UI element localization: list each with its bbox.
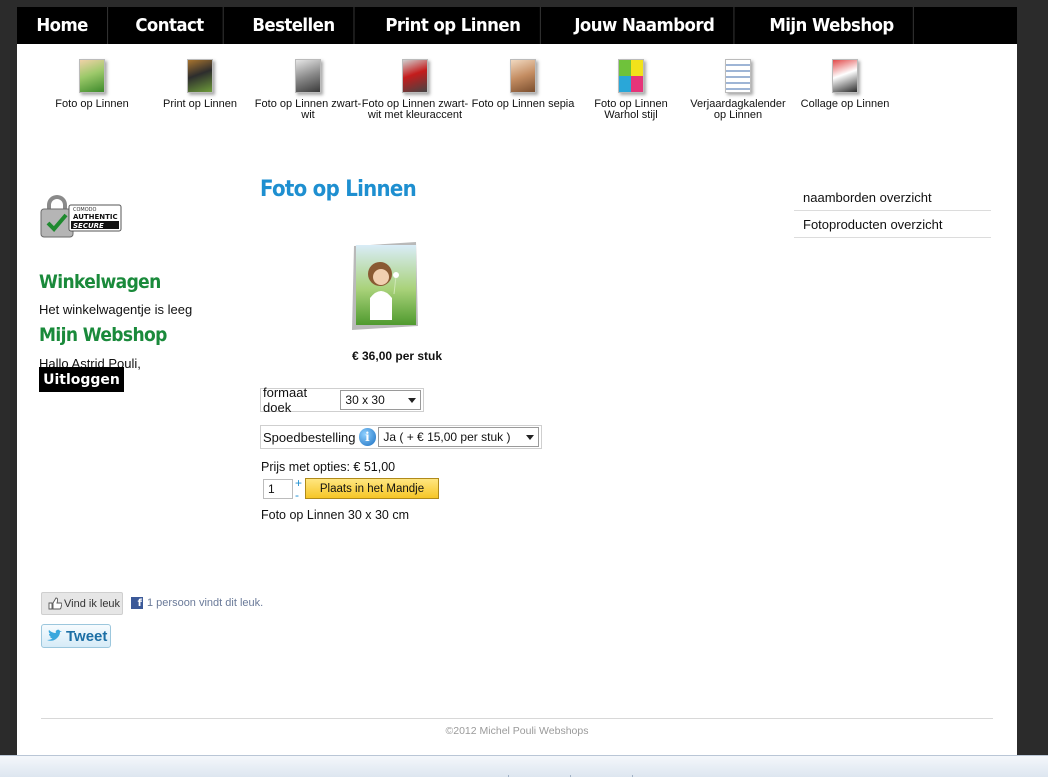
bw-canvas-icon <box>295 59 321 93</box>
nav-print-op-linnen[interactable]: Print op Linnen <box>366 7 541 44</box>
link-naamborden-overzicht[interactable]: naamborden overzicht <box>794 184 991 211</box>
category-label: Foto op Linnen sepia <box>471 98 575 110</box>
like-count: 1 persoon vindt dit leuk. <box>147 597 264 609</box>
price-with-options: Prijs met opties: € 51,00 <box>261 460 396 474</box>
badge-line2-text: SECURE <box>73 222 104 230</box>
cart-heading: Winkelwagen <box>39 271 161 293</box>
format-select[interactable]: 30 x 30 <box>340 390 421 410</box>
collage-canvas-icon <box>832 59 858 93</box>
facebook-icon: f <box>131 597 143 609</box>
product-category-nav: Foto op Linnen Print op Linnen Foto op L… <box>17 59 1017 149</box>
product-photo <box>352 242 418 330</box>
format-label: formaat doek <box>263 385 308 415</box>
category-collage[interactable]: Collage op Linnen <box>790 59 900 110</box>
category-sepia[interactable]: Foto op Linnen sepia <box>468 59 578 110</box>
chevron-down-icon <box>526 434 534 440</box>
cart-status: Het winkelwagentje is leeg <box>39 302 193 317</box>
category-label: Foto op Linnen Warhol stijl <box>594 98 668 121</box>
tweet-button[interactable]: Tweet <box>41 624 111 648</box>
thumbs-up-icon <box>48 597 62 610</box>
product-description: Foto op Linnen 30 x 30 cm <box>261 508 410 522</box>
category-kleuraccent[interactable]: Foto op Linnen zwart-wit met kleuraccent <box>360 59 470 121</box>
webshop-heading: Mijn Webshop <box>39 324 167 346</box>
browser-status-bar <box>0 755 1048 777</box>
category-label: Verjaardagkalender op Linnen <box>690 98 786 121</box>
footer-divider <box>41 718 993 719</box>
quantity-input[interactable] <box>263 479 293 499</box>
facebook-like-button[interactable]: Vind ik leuk <box>41 592 123 615</box>
category-label: Foto op Linnen <box>55 98 129 110</box>
category-foto-op-linnen[interactable]: Foto op Linnen <box>37 59 147 110</box>
nav-bestellen[interactable]: Bestellen <box>233 7 356 44</box>
category-verjaardagkalender[interactable]: Verjaardagkalender op Linnen <box>683 59 793 121</box>
quantity-increment[interactable]: + <box>295 477 302 489</box>
quantity-decrement[interactable]: - <box>295 489 299 501</box>
info-icon[interactable]: i <box>358 428 377 446</box>
nav-jouw-naambord[interactable]: Jouw Naambord <box>555 7 735 44</box>
link-fotoproducten-overzicht[interactable]: Fotoproducten overzicht <box>794 211 991 238</box>
speed-order-option: Spoedbestelling i Ja ( + € 15,00 per stu… <box>260 425 542 449</box>
chevron-down-icon <box>408 397 416 403</box>
top-navigation: Home Contact Bestellen Print op Linnen J… <box>17 7 1017 44</box>
badge-line1-text: AUTHENTIC <box>73 213 118 221</box>
photo-canvas-icon <box>79 59 105 93</box>
nav-mijn-webshop[interactable]: Mijn Webshop <box>750 7 915 44</box>
color-accent-canvas-icon <box>402 59 428 93</box>
category-warhol[interactable]: Foto op Linnen Warhol stijl <box>576 59 686 121</box>
like-label: Vind ik leuk <box>64 597 121 610</box>
product-title: Foto op Linnen <box>260 177 417 202</box>
speed-label: Spoedbestelling <box>263 429 356 445</box>
speed-select-value: Ja ( + € 15,00 per stuk ) <box>383 430 511 444</box>
format-option: formaat doek 30 x 30 <box>260 385 424 415</box>
category-print-op-linnen[interactable]: Print op Linnen <box>145 59 255 110</box>
warhol-canvas-icon <box>618 59 644 93</box>
format-select-value: 30 x 30 <box>345 393 385 407</box>
twitter-bird-icon <box>47 629 62 641</box>
comodo-secure-badge-icon: COMODO AUTHENTIC SECURE <box>40 195 122 238</box>
footer-copyright: ©2012 Michel Pouli Webshops <box>445 725 589 737</box>
nav-home[interactable]: Home <box>17 7 109 44</box>
page: Home Contact Bestellen Print op Linnen J… <box>17 7 1017 755</box>
category-label: Print op Linnen <box>163 98 237 110</box>
calendar-canvas-icon <box>725 59 751 93</box>
print-canvas-icon <box>187 59 213 93</box>
nav-contact[interactable]: Contact <box>116 7 224 44</box>
sepia-canvas-icon <box>510 59 536 93</box>
product-price: € 36,00 per stuk <box>352 349 443 363</box>
category-label: Foto op Linnen zwart-wit <box>254 98 362 121</box>
category-zwart-wit[interactable]: Foto op Linnen zwart-wit <box>253 59 363 121</box>
category-label: Collage op Linnen <box>800 98 890 110</box>
tweet-label: Tweet <box>66 627 108 645</box>
add-to-cart-button[interactable]: Plaats in het Mandje <box>305 478 439 499</box>
logout-button[interactable]: Uitloggen <box>39 367 124 392</box>
speed-select[interactable]: Ja ( + € 15,00 per stuk ) <box>378 427 539 447</box>
category-label: Foto op Linnen zwart-wit met kleuraccent <box>361 98 469 121</box>
right-sidebar: naamborden overzicht Fotoproducten overz… <box>794 184 991 238</box>
